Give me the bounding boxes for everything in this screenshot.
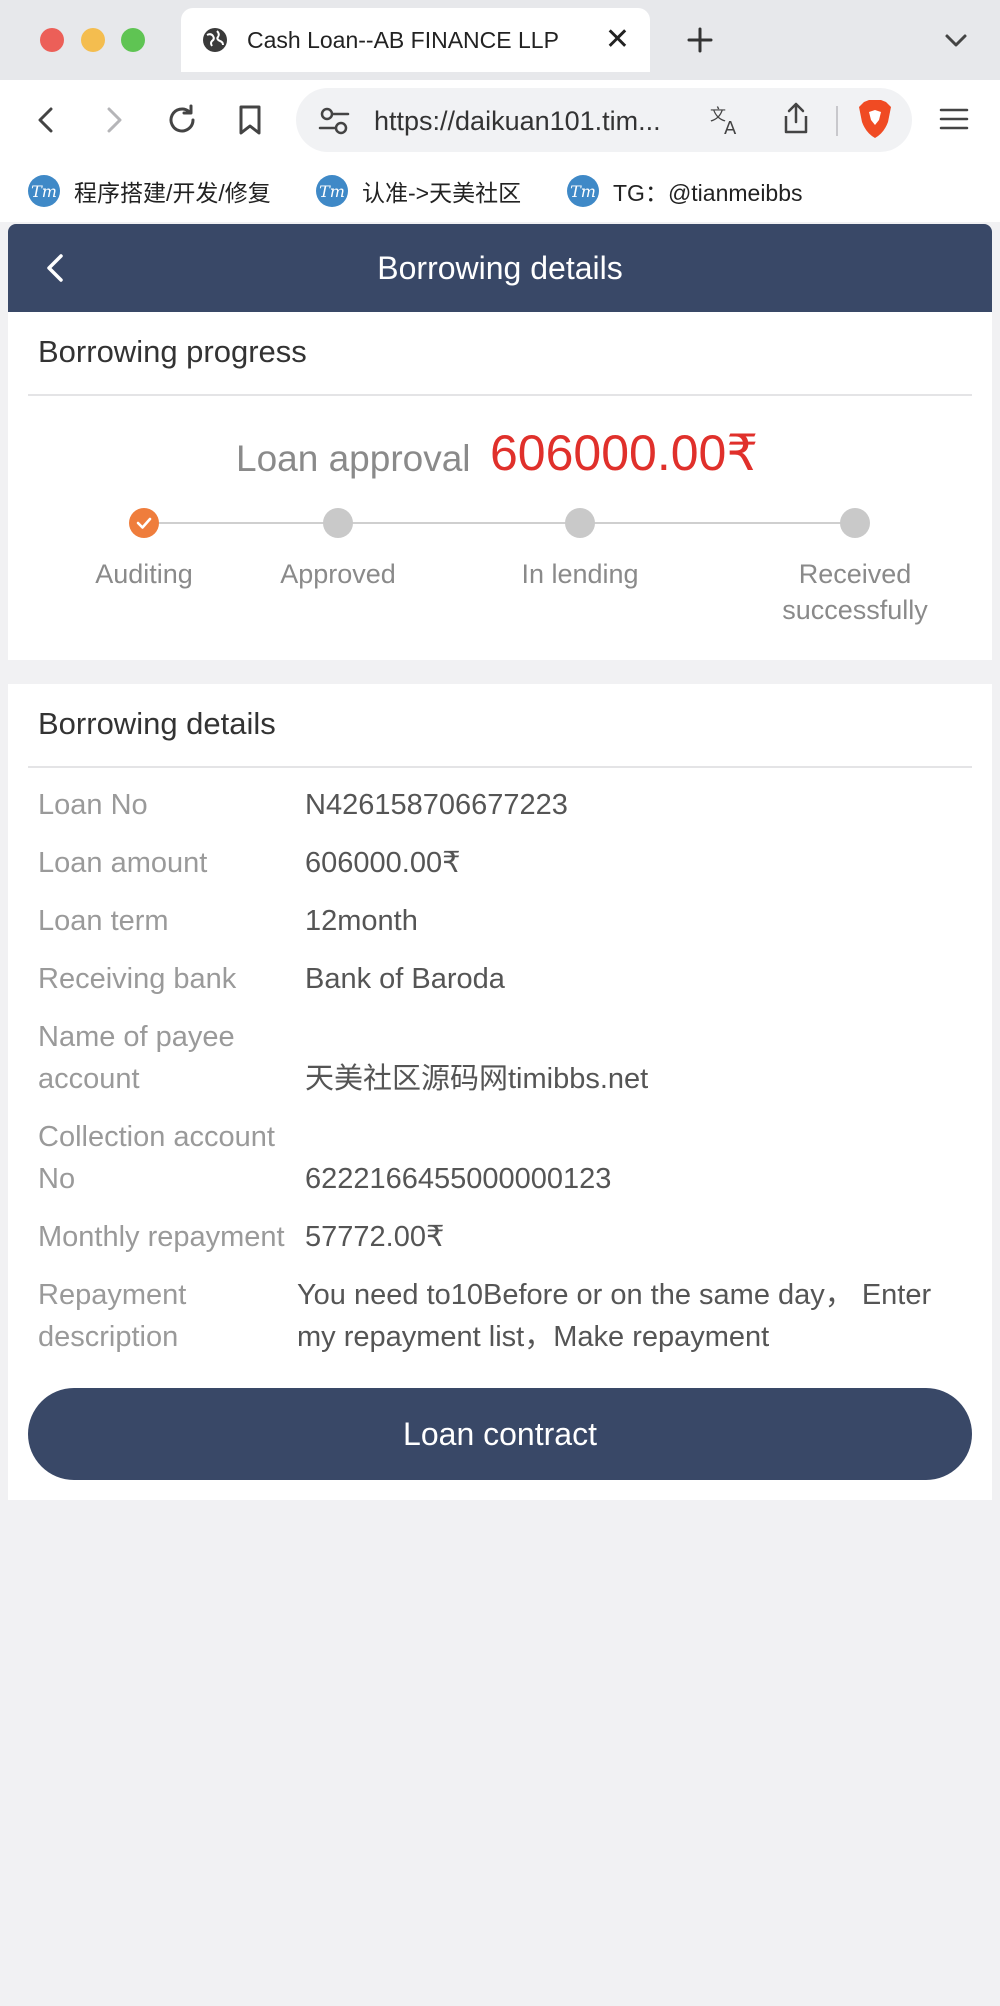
menu-icon[interactable]: [938, 104, 970, 134]
forward-button[interactable]: [94, 100, 134, 140]
loan-term-value: 12month: [305, 905, 418, 937]
share-icon[interactable]: [780, 100, 812, 136]
repayment-description-label-line2: description: [38, 1321, 179, 1353]
details-section-title: Borrowing details: [38, 706, 276, 741]
navigation-bar: https://daikuan101.tim... 文 A: [0, 80, 1000, 160]
bookmark-button[interactable]: [230, 100, 270, 140]
bookmark-favicon-icon: Tm: [28, 175, 60, 207]
borrowing-details-card: Borrowing details Loan No N4261587066772…: [8, 684, 992, 1384]
arrow-forward-icon: [107, 107, 122, 133]
step-in-lending-label: In lending: [521, 559, 639, 589]
address-bar[interactable]: https://daikuan101.tim... 文 A: [296, 88, 912, 152]
chevron-down-icon[interactable]: [940, 24, 972, 56]
svg-text:A: A: [724, 118, 737, 138]
plus-icon: [687, 27, 713, 53]
borrowing-progress-card: Borrowing progress Loan approval 606000.…: [8, 312, 992, 660]
loan-approval-amount: 606000.00₹: [490, 425, 759, 481]
collection-account-label-line2: No: [38, 1163, 76, 1195]
browser-chrome: Cash Loan--AB FINANCE LLP ✕ https://daik…: [0, 0, 1000, 222]
maximize-window-button[interactable]: [121, 28, 145, 52]
check-icon: [136, 517, 152, 529]
step-in-lending-dot: [565, 508, 595, 538]
repayment-description-line1: You need to10Before or on the same day， …: [297, 1279, 932, 1311]
step-approved-label: Approved: [280, 559, 396, 589]
step-auditing-label: Auditing: [95, 559, 193, 589]
bookmark-icon: [239, 105, 261, 135]
step-auditing-dot: [129, 508, 159, 538]
url-text[interactable]: https://daikuan101.tim...: [374, 106, 661, 137]
new-tab-button[interactable]: [680, 20, 720, 60]
monthly-repayment-label: Monthly repayment: [38, 1221, 285, 1253]
step-received-label-line2: successfully: [782, 595, 928, 625]
loan-amount-value: 606000.00₹: [305, 847, 461, 879]
payee-name-label-line1: Name of payee: [38, 1021, 235, 1053]
loan-amount-label: Loan amount: [38, 847, 208, 879]
collection-account-label: Collection account No: [38, 1116, 275, 1200]
bookmark-favicon-icon: Tm: [316, 175, 348, 207]
step-approved-dot: [323, 508, 353, 538]
tab-close-icon[interactable]: ✕: [605, 25, 630, 55]
tab-bar: Cash Loan--AB FINANCE LLP ✕: [0, 0, 1000, 80]
section-divider: [28, 766, 972, 768]
bookmark-item-dev[interactable]: Tm 程序搭建/开发/修复: [28, 174, 271, 208]
repayment-description-value: You need to10Before or on the same day， …: [297, 1274, 931, 1358]
globe-icon: [203, 28, 227, 52]
repayment-description-label: Repayment description: [38, 1274, 186, 1358]
site-settings-icon[interactable]: [318, 106, 350, 136]
back-button[interactable]: [26, 100, 66, 140]
loan-approval-label: Loan approval: [236, 438, 471, 479]
brave-shield-icon[interactable]: [856, 98, 894, 140]
payee-name-label-line2: account: [38, 1063, 140, 1095]
step-received-label: Received successfully: [765, 556, 945, 628]
receiving-bank-label: Receiving bank: [38, 963, 237, 995]
progress-track: [144, 522, 864, 524]
reload-button[interactable]: [162, 100, 202, 140]
monthly-repayment-value: 57772.00₹: [305, 1221, 445, 1253]
bookmark-label: TG：@tianmeibbs: [613, 180, 803, 206]
repayment-description-label-line1: Repayment: [38, 1279, 187, 1311]
receiving-bank-value: Bank of Baroda: [305, 963, 505, 995]
section-divider: [28, 394, 972, 396]
bookmark-item-community[interactable]: Tm 认准->天美社区: [316, 174, 521, 208]
step-received-label-line1: Received: [798, 559, 912, 589]
bookmark-label: 认准->天美社区: [362, 180, 522, 206]
tab-title: Cash Loan--AB FINANCE LLP: [247, 26, 559, 53]
loan-contract-button[interactable]: Loan contract: [28, 1388, 972, 1480]
collection-account-value: 6222166455000000123: [305, 1163, 612, 1195]
payee-name-value: 天美社区源码网timibbs.net: [305, 1063, 649, 1095]
address-bar-separator: [836, 106, 838, 136]
minimize-window-button[interactable]: [81, 28, 105, 52]
reload-icon: [169, 104, 195, 133]
loan-no-value: N426158706677223: [305, 789, 568, 821]
collection-account-label-line1: Collection account: [38, 1121, 275, 1153]
arrow-back-icon: [38, 107, 53, 133]
bookmarks-bar: Tm 程序搭建/开发/修复 Tm 认准->天美社区 Tm TG：@tianmei…: [0, 160, 1000, 222]
browser-tab-active[interactable]: Cash Loan--AB FINANCE LLP ✕: [181, 8, 650, 72]
step-received-dot: [840, 508, 870, 538]
page-title: Borrowing details: [377, 250, 623, 286]
progress-section-title: Borrowing progress: [38, 334, 307, 369]
bookmark-favicon-icon: Tm: [567, 175, 599, 207]
close-window-button[interactable]: [40, 28, 64, 52]
loan-term-label: Loan term: [38, 905, 169, 937]
bookmark-item-telegram[interactable]: Tm TG：@tianmeibbs: [567, 174, 803, 208]
page-content: Borrowing details Borrowing progress Loa…: [8, 224, 992, 2006]
bookmark-label: 程序搭建/开发/修复: [74, 180, 271, 206]
loan-no-label: Loan No: [38, 789, 148, 821]
repayment-description-line2: my repayment list，Make repayment: [297, 1321, 770, 1353]
translate-icon[interactable]: 文 A: [708, 102, 744, 138]
payee-name-label: Name of payee account: [38, 1016, 235, 1100]
page-header: Borrowing details: [8, 224, 992, 312]
